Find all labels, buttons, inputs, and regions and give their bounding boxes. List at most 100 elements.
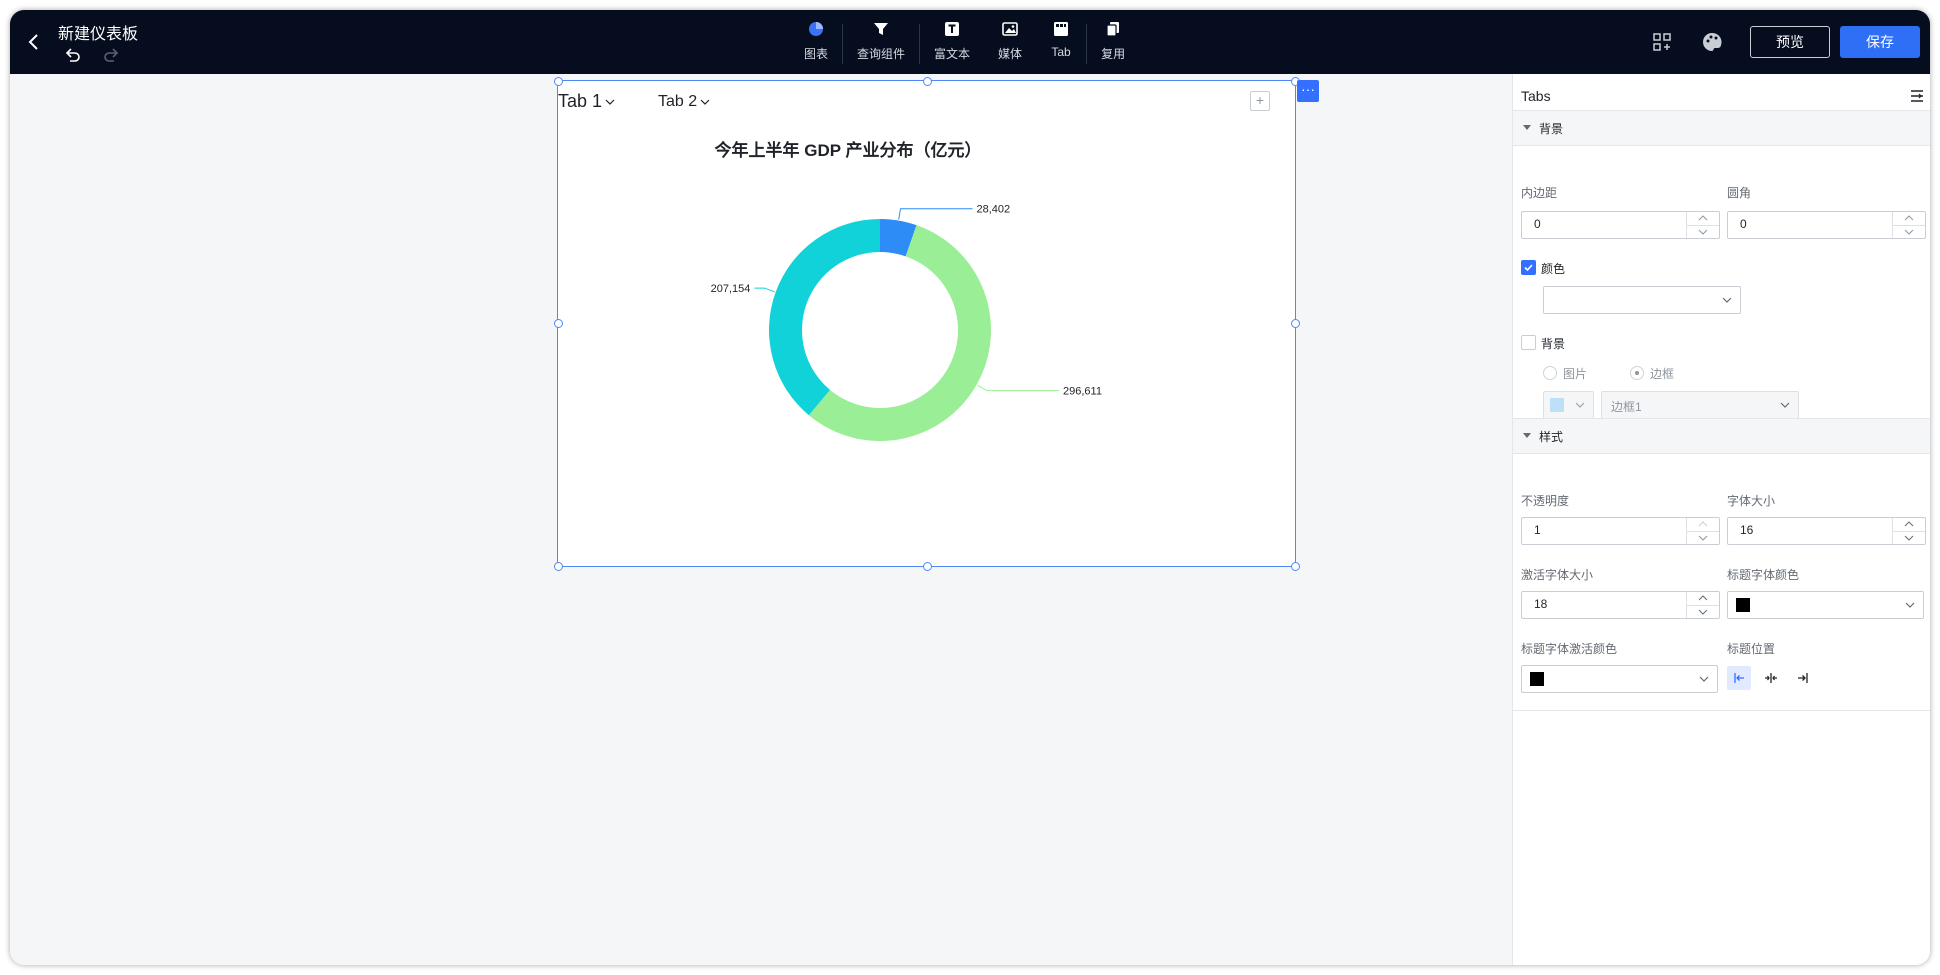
title-font-color-select[interactable] [1727, 591, 1924, 619]
chevron-up-icon[interactable] [1893, 212, 1925, 226]
widget-more-button[interactable]: ··· [1297, 80, 1319, 102]
tool-label: 媒体 [998, 47, 1023, 61]
section-background[interactable]: 背景 [1513, 110, 1930, 146]
align-left-icon [1734, 673, 1744, 683]
chevron-down-icon[interactable] [1893, 531, 1925, 544]
title-position-label: 标题位置 [1727, 642, 1776, 656]
color-swatch [1550, 398, 1564, 412]
filter-icon [870, 18, 892, 40]
chevron-down-icon[interactable] [1687, 531, 1719, 544]
radio-border-label: 边框 [1650, 367, 1675, 381]
border-style-select[interactable]: 边框1 [1601, 391, 1799, 419]
chevron-up-icon[interactable] [1687, 212, 1719, 226]
redo-icon[interactable] [102, 46, 120, 64]
copy-icon [1102, 18, 1124, 40]
background-checkbox[interactable] [1521, 335, 1536, 350]
donut-slice[interactable] [769, 219, 880, 416]
data-label: 28,402 [977, 204, 1011, 216]
radio-image[interactable] [1543, 366, 1557, 380]
tool-chart[interactable]: 图表 [790, 18, 842, 62]
chevron-down-icon [1905, 602, 1915, 608]
resize-handle-bottom-left[interactable] [554, 562, 563, 571]
border-color-select[interactable] [1543, 391, 1594, 419]
chevron-down-icon [1575, 402, 1585, 408]
stepper-controls [1686, 212, 1719, 238]
caret-down-icon [1523, 125, 1531, 130]
stepper-controls [1686, 518, 1719, 544]
undo-icon[interactable] [64, 46, 82, 64]
tool-label: 富文本 [934, 47, 971, 61]
app-window: 新建仪表板 图表 查询组件 富文本 媒体 Tab 复用 预览 保存 Tab 1 … [10, 10, 1930, 965]
stepper-controls [1892, 518, 1925, 544]
back-arrow-icon[interactable] [24, 32, 44, 52]
tool-tab[interactable]: Tab [1036, 18, 1086, 59]
label-leader-line [977, 384, 1060, 392]
chevron-up-icon[interactable] [1893, 518, 1925, 532]
color-swatch [1736, 598, 1750, 612]
theme-palette-icon[interactable] [1700, 30, 1724, 54]
data-label: 296,611 [1063, 386, 1102, 398]
tool-reuse[interactable]: 复用 [1087, 18, 1139, 62]
tool-rich-text[interactable]: 富文本 [920, 18, 984, 62]
caret-down-icon [1523, 433, 1531, 438]
chevron-up-icon[interactable] [1687, 518, 1719, 532]
active-font-size-input[interactable] [1522, 592, 1694, 616]
opacity-stepper[interactable] [1521, 517, 1720, 545]
background-color-select[interactable] [1543, 286, 1741, 314]
active-font-size-stepper[interactable] [1521, 591, 1720, 619]
tool-label: 查询组件 [857, 47, 906, 61]
font-size-input[interactable] [1728, 518, 1900, 542]
padding-stepper[interactable] [1521, 211, 1720, 239]
resize-handle-bottom-right[interactable] [1291, 562, 1300, 571]
resize-handle-top[interactable] [923, 77, 932, 86]
chevron-down-icon[interactable] [1687, 605, 1719, 618]
padding-input[interactable] [1522, 212, 1694, 236]
chevron-up-icon[interactable] [1687, 592, 1719, 606]
resize-handle-left[interactable] [554, 319, 563, 328]
section-style[interactable]: 样式 [1513, 418, 1930, 454]
panel-divider [1513, 710, 1930, 711]
chevron-down-icon [1722, 297, 1732, 303]
top-bar: 新建仪表板 图表 查询组件 富文本 媒体 Tab 复用 预览 保存 [10, 10, 1930, 74]
panel-title: Tabs [1521, 88, 1551, 104]
tool-query[interactable]: 查询组件 [843, 18, 919, 62]
layout-grid-icon[interactable] [1650, 30, 1674, 54]
tool-media[interactable]: 媒体 [984, 18, 1036, 62]
title-active-color-select[interactable] [1521, 665, 1718, 693]
save-button[interactable]: 保存 [1840, 26, 1920, 58]
resize-handle-top-left[interactable] [554, 77, 563, 86]
label-leader-line [898, 208, 973, 220]
tool-label: 复用 [1101, 47, 1126, 61]
image-icon [999, 18, 1021, 40]
tabs-widget[interactable]: Tab 1 Tab 2 + 28,402 296,611 207,154 今年上半年… [557, 80, 1296, 567]
radius-stepper[interactable] [1727, 211, 1926, 239]
opacity-input[interactable] [1522, 518, 1694, 542]
stepper-controls [1892, 212, 1925, 238]
section-label: 样式 [1539, 430, 1564, 444]
dashboard-title[interactable]: 新建仪表板 [58, 20, 138, 44]
tab-icon [1050, 18, 1072, 40]
color-checkbox[interactable] [1521, 260, 1536, 275]
radio-border[interactable] [1630, 366, 1644, 380]
preview-button[interactable]: 预览 [1750, 26, 1830, 58]
radius-label: 圆角 [1727, 186, 1752, 200]
chevron-down-icon [1699, 676, 1709, 682]
chevron-down-icon[interactable] [1893, 225, 1925, 238]
font-size-stepper[interactable] [1727, 517, 1926, 545]
border-style-value: 边框1 [1611, 400, 1642, 414]
background-checkbox-label: 背景 [1541, 337, 1566, 351]
dashboard-canvas[interactable]: Tab 1 Tab 2 + 28,402 296,611 207,154 今年上半年… [10, 74, 1512, 965]
title-font-color-label: 标题字体颜色 [1727, 568, 1800, 582]
padding-label: 内边距 [1521, 186, 1558, 200]
title-align-center-button[interactable] [1759, 666, 1783, 690]
chart-pie-icon [805, 18, 827, 40]
chevron-down-icon[interactable] [1687, 225, 1719, 238]
menu-list-icon[interactable] [1909, 88, 1925, 104]
radius-input[interactable] [1728, 212, 1900, 236]
resize-handle-right[interactable] [1291, 319, 1300, 328]
title-align-right-button[interactable] [1791, 666, 1815, 690]
align-right-icon [1798, 673, 1808, 683]
title-align-left-button[interactable] [1727, 666, 1751, 690]
resize-handle-bottom[interactable] [923, 562, 932, 571]
toolbar: 图表 查询组件 富文本 媒体 Tab 复用 [790, 18, 1139, 68]
